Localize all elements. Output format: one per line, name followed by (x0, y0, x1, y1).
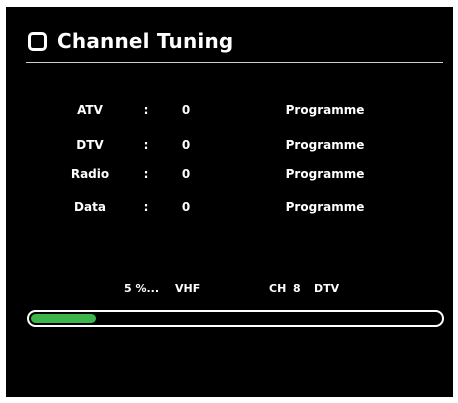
separator-colon: : (143, 103, 149, 117)
scan-progress-fill (31, 314, 97, 323)
row-data: Data : 0 Programme (6, 197, 453, 217)
channel-count: 0 (181, 200, 191, 214)
channel-type: DTV (314, 282, 340, 295)
header: Channel Tuning (28, 27, 233, 55)
separator-colon: : (143, 138, 149, 152)
separator-colon: : (143, 167, 149, 181)
scan-band: VHF (175, 282, 201, 295)
channel-type-label: Radio (70, 167, 110, 181)
channel-count: 0 (181, 138, 191, 152)
scan-percent: 5 %... (124, 282, 160, 295)
channel-type-label: ATV (77, 103, 103, 117)
row-dtv: DTV : 0 Programme (6, 135, 453, 155)
header-divider (26, 62, 443, 63)
channel-label: CH (269, 282, 287, 295)
square-outline-icon (28, 31, 47, 51)
channel-tuning-screen: Channel Tuning ATV : 0 Programme DTV : 0… (6, 7, 453, 397)
programme-label: Programme (285, 167, 365, 181)
row-radio: Radio : 0 Programme (6, 164, 453, 184)
scan-status: 5 %... VHF CH 8 DTV (6, 280, 453, 298)
page-title: Channel Tuning (57, 29, 234, 53)
channel-count: 0 (181, 103, 191, 117)
row-atv: ATV : 0 Programme (6, 100, 453, 120)
scan-progress-bar (27, 310, 444, 327)
separator-colon: : (143, 200, 149, 214)
programme-label: Programme (285, 103, 365, 117)
channel-type-label: DTV (76, 138, 104, 152)
channel-count: 0 (181, 167, 191, 181)
programme-label: Programme (285, 200, 365, 214)
channel-type-label: Data (74, 200, 106, 214)
programme-label: Programme (285, 138, 365, 152)
channel-number: 8 (293, 282, 301, 295)
